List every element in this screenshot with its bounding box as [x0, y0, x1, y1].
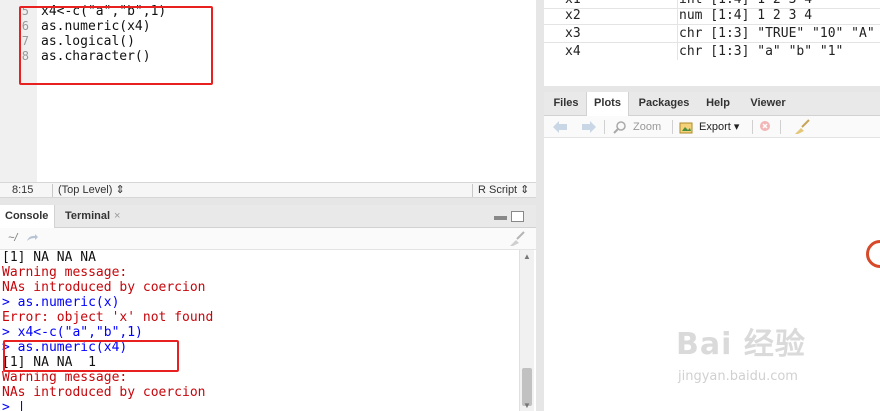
zoom-magnifier-icon[interactable]: [613, 120, 627, 134]
console-line: [1] NA NA NA: [2, 250, 96, 265]
export-menu-button[interactable]: Export ▾: [699, 120, 739, 134]
export-image-icon[interactable]: [679, 120, 695, 134]
tab-terminal-label: Terminal: [65, 210, 111, 222]
scroll-down-icon[interactable]: ▼: [523, 401, 531, 410]
partial-circle-icon: [866, 240, 880, 268]
go-to-directory-icon[interactable]: [26, 233, 38, 243]
cursor-position: 8:15: [12, 184, 34, 196]
files-tab-bar: Files Plots Packages Help Viewer: [544, 92, 880, 117]
toolbar-separator: [604, 120, 605, 134]
baidu-watermark-logo: Bai 经验: [676, 327, 806, 362]
minimize-icon[interactable]: [494, 216, 507, 220]
console-line: Error: object 'x' not found: [2, 310, 214, 325]
environment-table: x1 int [1:4] 1 2 3 4 x2 num [1:4] 1 2 3 …: [544, 0, 880, 61]
zoom-button[interactable]: Zoom: [633, 120, 661, 134]
console-tab-bar: Console Terminal ×: [0, 205, 536, 229]
close-icon[interactable]: ×: [114, 210, 120, 222]
remove-plot-icon[interactable]: [759, 120, 771, 132]
env-column-divider: [677, 0, 678, 60]
env-var-name: x2: [565, 8, 581, 23]
env-row[interactable]: x3 chr [1:3] "TRUE" "10" "A": [544, 25, 880, 43]
env-var-value: chr [1:3] "TRUE" "10" "A": [679, 26, 875, 41]
source-editor[interactable]: 5 6 7 8 x4<-c("a","b",1) as.numeric(x4) …: [0, 0, 536, 182]
env-row[interactable]: x2 num [1:4] 1 2 3 4: [544, 7, 880, 25]
env-var-value: num [1:4] 1 2 3 4: [679, 8, 813, 23]
maximize-icon[interactable]: [511, 211, 524, 222]
status-separator: [472, 184, 473, 197]
scope-selector[interactable]: (Top Level) ⇕: [58, 184, 125, 197]
console-highlight-box: [3, 340, 179, 372]
tab-plots-label: Plots: [594, 97, 621, 109]
tab-plots[interactable]: Plots: [586, 92, 629, 117]
console-line: Warning message:: [2, 265, 128, 280]
console-line: NAs introduced by coercion: [2, 385, 206, 400]
pane-splitter[interactable]: [0, 198, 536, 205]
tab-help-label: Help: [706, 97, 730, 109]
scroll-up-icon[interactable]: ▲: [523, 252, 531, 261]
editor-highlight-box: [19, 6, 213, 85]
tab-packages[interactable]: Packages: [634, 92, 694, 116]
tab-viewer-label: Viewer: [750, 97, 786, 109]
clear-console-broom-icon[interactable]: [508, 231, 526, 247]
env-var-value: chr [1:3] "a" "b" "1": [679, 44, 844, 59]
baidu-watermark-url: jingyan.baidu.com: [678, 369, 798, 384]
console-line: NAs introduced by coercion: [2, 280, 206, 295]
plots-toolbar: Zoom Export ▾: [544, 116, 880, 138]
console-line: > x4<-c("a","b",1): [2, 325, 143, 340]
tab-viewer[interactable]: Viewer: [744, 92, 792, 116]
editor-status-bar: 8:15 (Top Level) ⇕ R Script ⇕: [0, 182, 536, 198]
tab-terminal[interactable]: Terminal ×: [60, 205, 125, 228]
tab-help[interactable]: Help: [700, 92, 736, 116]
file-type-selector[interactable]: R Script ⇕: [478, 184, 529, 197]
env-var-name: x3: [565, 26, 581, 41]
console-scrollbar[interactable]: ▲ ▼: [519, 250, 534, 411]
console-toolbar: ~/: [0, 228, 536, 250]
tab-files-label: Files: [553, 97, 579, 109]
console-prompt[interactable]: > |: [2, 400, 25, 411]
toolbar-separator: [672, 120, 673, 134]
console-line: > as.numeric(x): [2, 295, 120, 310]
status-separator: [52, 184, 53, 197]
tab-files[interactable]: Files: [548, 92, 584, 116]
tab-console-label: Console: [5, 210, 49, 222]
working-directory: ~/: [8, 232, 18, 244]
vertical-splitter[interactable]: [536, 0, 544, 411]
console-line: Warning message:: [2, 370, 128, 385]
clear-plots-broom-icon[interactable]: [793, 119, 811, 135]
arrow-right-icon[interactable]: [582, 121, 596, 133]
toolbar-separator: [752, 120, 753, 134]
console-output[interactable]: [1] NA NA NA Warning message: NAs introd…: [0, 250, 536, 411]
tab-packages-label: Packages: [638, 97, 690, 109]
env-var-name: x4: [565, 44, 581, 59]
env-row[interactable]: x4 chr [1:3] "a" "b" "1": [544, 43, 880, 61]
toolbar-separator: [780, 120, 781, 134]
tab-console[interactable]: Console: [0, 205, 55, 229]
arrow-left-icon[interactable]: [553, 121, 567, 133]
